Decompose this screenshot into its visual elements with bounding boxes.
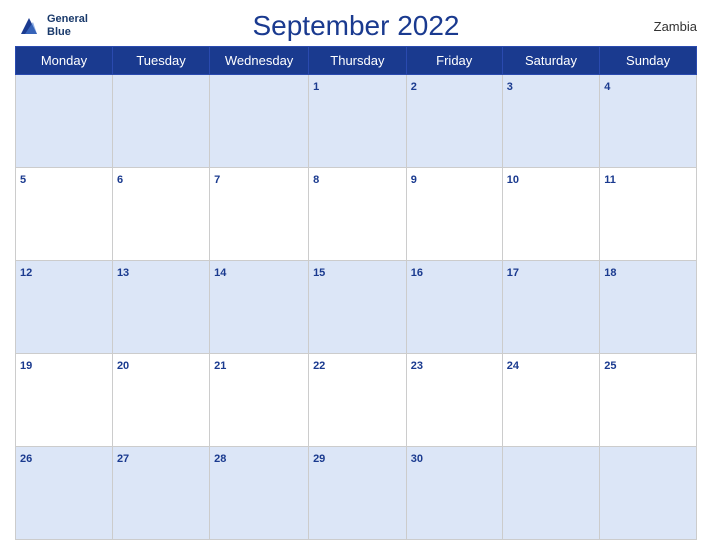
calendar-cell: 28 — [210, 447, 309, 540]
calendar-cell: 1 — [309, 75, 407, 168]
calendar-cell: 29 — [309, 447, 407, 540]
calendar-cell: 20 — [112, 354, 209, 447]
logo-text: General Blue — [47, 13, 88, 39]
calendar-cell: 25 — [600, 354, 697, 447]
calendar-cell: 7 — [210, 168, 309, 261]
calendar-cell — [210, 75, 309, 168]
calendar-cell: 15 — [309, 261, 407, 354]
day-number: 14 — [214, 267, 226, 279]
calendar-cell: 24 — [502, 354, 599, 447]
weekday-header-tuesday: Tuesday — [112, 47, 209, 75]
calendar-week-row: 5 6 7 8 9 10 11 — [16, 168, 697, 261]
calendar-cell: 30 — [406, 447, 502, 540]
weekday-header-thursday: Thursday — [309, 47, 407, 75]
day-number: 8 — [313, 174, 319, 186]
day-number: 20 — [117, 360, 129, 372]
day-number: 3 — [507, 81, 513, 93]
calendar-cell: 26 — [16, 447, 113, 540]
day-number: 9 — [411, 174, 417, 186]
weekday-header-saturday: Saturday — [502, 47, 599, 75]
logo: General Blue — [15, 12, 88, 40]
day-number: 25 — [604, 360, 616, 372]
calendar-cell — [502, 447, 599, 540]
day-number: 18 — [604, 267, 616, 279]
day-number: 24 — [507, 360, 519, 372]
day-number: 30 — [411, 453, 423, 465]
calendar-cell: 4 — [600, 75, 697, 168]
weekday-header-sunday: Sunday — [600, 47, 697, 75]
day-number: 15 — [313, 267, 325, 279]
calendar-cell: 22 — [309, 354, 407, 447]
day-number: 6 — [117, 174, 123, 186]
calendar-cell: 18 — [600, 261, 697, 354]
day-number: 19 — [20, 360, 32, 372]
calendar-cell: 10 — [502, 168, 599, 261]
calendar-cell — [16, 75, 113, 168]
country-label: Zambia — [654, 19, 697, 34]
calendar-cell: 6 — [112, 168, 209, 261]
weekday-header-row: MondayTuesdayWednesdayThursdayFridaySatu… — [16, 47, 697, 75]
calendar-cell: 16 — [406, 261, 502, 354]
calendar-cell: 11 — [600, 168, 697, 261]
calendar-cell: 23 — [406, 354, 502, 447]
calendar-cell: 19 — [16, 354, 113, 447]
day-number: 21 — [214, 360, 226, 372]
calendar-week-row: 12 13 14 15 16 17 18 — [16, 261, 697, 354]
calendar-week-row: 26 27 28 29 30 — [16, 447, 697, 540]
day-number: 11 — [604, 174, 616, 186]
calendar-cell: 12 — [16, 261, 113, 354]
calendar-cell: 14 — [210, 261, 309, 354]
weekday-header-monday: Monday — [16, 47, 113, 75]
day-number: 12 — [20, 267, 32, 279]
day-number: 17 — [507, 267, 519, 279]
day-number: 13 — [117, 267, 129, 279]
calendar-title: September 2022 — [252, 10, 459, 42]
calendar-cell: 17 — [502, 261, 599, 354]
calendar-cell — [600, 447, 697, 540]
day-number: 26 — [20, 453, 32, 465]
calendar-cell — [112, 75, 209, 168]
calendar-cell: 8 — [309, 168, 407, 261]
day-number: 16 — [411, 267, 423, 279]
day-number: 1 — [313, 81, 319, 93]
day-number: 29 — [313, 453, 325, 465]
day-number: 22 — [313, 360, 325, 372]
weekday-header-friday: Friday — [406, 47, 502, 75]
calendar-cell: 13 — [112, 261, 209, 354]
day-number: 2 — [411, 81, 417, 93]
generalblue-logo-icon — [15, 12, 43, 40]
day-number: 4 — [604, 81, 610, 93]
day-number: 7 — [214, 174, 220, 186]
day-number: 23 — [411, 360, 423, 372]
calendar-header: General Blue September 2022 Zambia — [15, 10, 697, 42]
calendar-table: MondayTuesdayWednesdayThursdayFridaySatu… — [15, 46, 697, 540]
calendar-cell: 5 — [16, 168, 113, 261]
calendar-week-row: 19 20 21 22 23 24 25 — [16, 354, 697, 447]
calendar-week-row: 1 2 3 4 — [16, 75, 697, 168]
calendar-cell: 3 — [502, 75, 599, 168]
calendar-cell: 27 — [112, 447, 209, 540]
weekday-header-wednesday: Wednesday — [210, 47, 309, 75]
calendar-cell: 2 — [406, 75, 502, 168]
day-number: 5 — [20, 174, 26, 186]
day-number: 28 — [214, 453, 226, 465]
calendar-cell: 9 — [406, 168, 502, 261]
day-number: 10 — [507, 174, 519, 186]
calendar-cell: 21 — [210, 354, 309, 447]
day-number: 27 — [117, 453, 129, 465]
